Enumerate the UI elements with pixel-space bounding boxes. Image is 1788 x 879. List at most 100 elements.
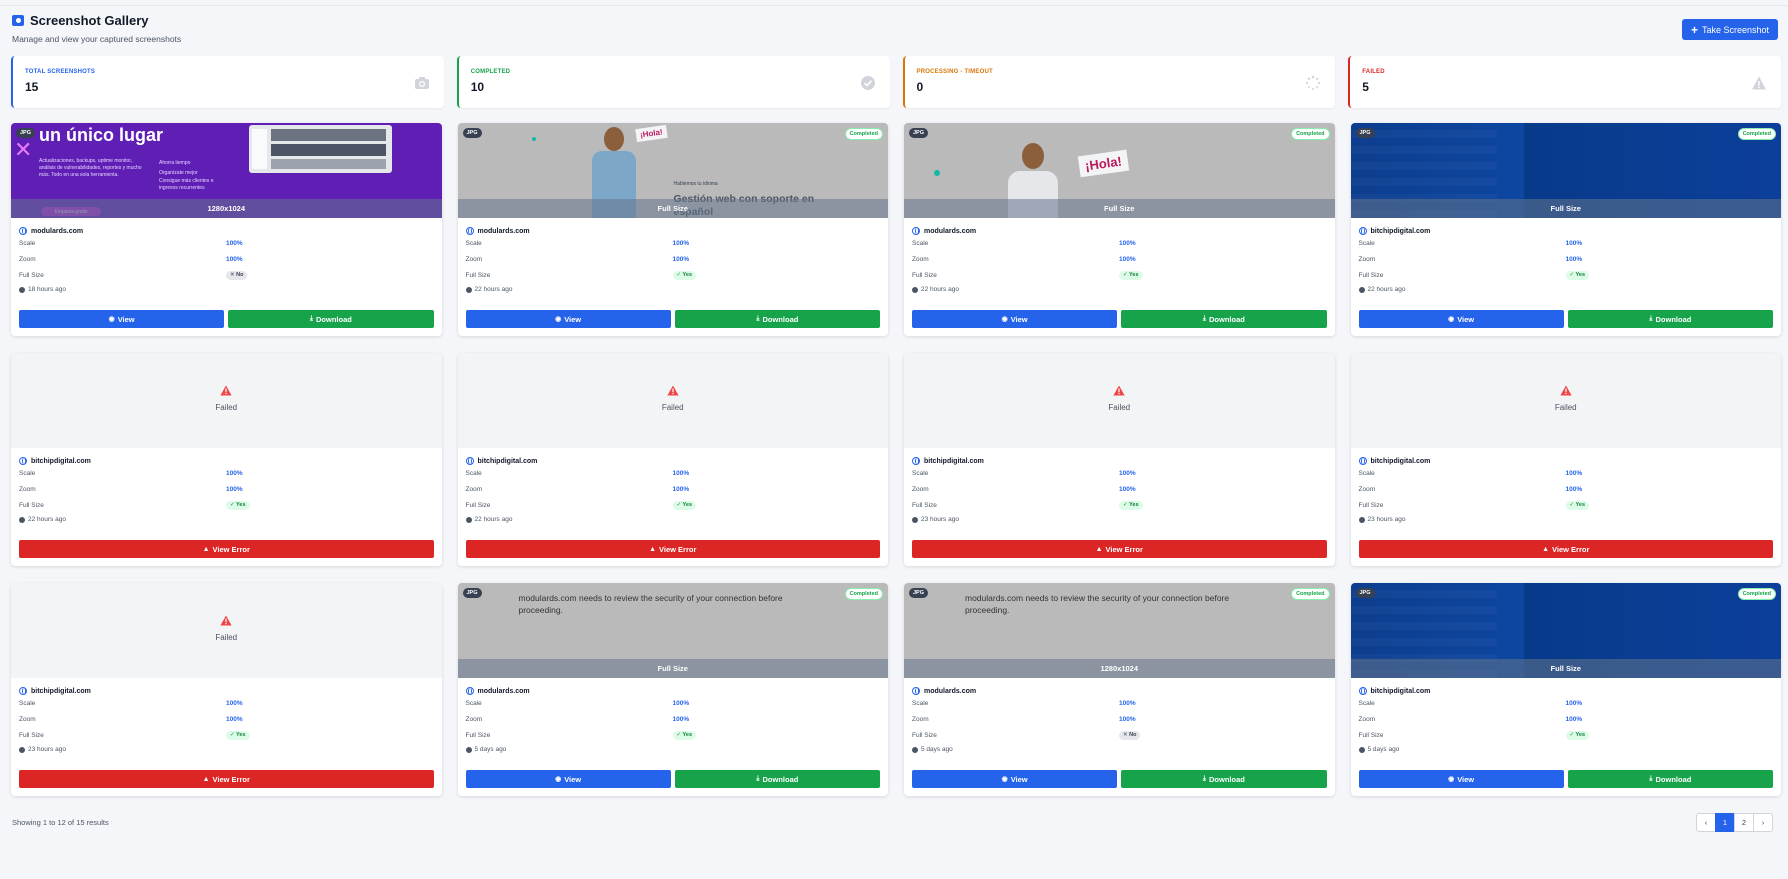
take-screenshot-button[interactable]: + Take Screenshot xyxy=(1681,19,1778,40)
warning-icon xyxy=(1560,385,1572,396)
full-size-label: Full Size xyxy=(465,501,491,509)
view-label: View xyxy=(117,314,135,324)
scale-row: Scale 100% xyxy=(912,235,1327,251)
thumb-check-2: Organízate mejor xyxy=(159,170,198,176)
full-size-label: Full Size xyxy=(1358,501,1384,509)
view-button[interactable]: ◉ View xyxy=(912,770,1118,788)
status-badge: Completed xyxy=(844,588,883,600)
zoom-row: Zoom 100% xyxy=(1359,481,1774,497)
time-text: 5 days ago xyxy=(1367,746,1400,753)
time-text: 23 hours ago xyxy=(28,746,66,753)
download-label: Download xyxy=(1655,774,1692,784)
results-summary: Showing 1 to 12 of 15 results xyxy=(12,818,109,827)
zoom-row: Zoom 100% xyxy=(1359,711,1774,727)
zoom-row: Zoom 100% xyxy=(912,481,1327,497)
view-error-button[interactable]: ▲ View Error xyxy=(912,540,1327,558)
scale-label: Scale xyxy=(465,239,482,247)
full-size-value: Yes xyxy=(1575,732,1586,738)
thumbnail-image[interactable]: modulards.com needs to review the securi… xyxy=(457,583,888,678)
scale-label: Scale xyxy=(1358,699,1375,707)
format-badge: JPG xyxy=(1355,128,1375,138)
eye-icon: ◉ xyxy=(1448,316,1455,323)
scale-row: Scale 100% xyxy=(1359,465,1774,481)
download-button[interactable]: ⤓ Download xyxy=(1567,310,1773,328)
warning-icon xyxy=(1113,385,1125,396)
download-icon: ⤓ xyxy=(1649,775,1653,782)
scale-value: 100% xyxy=(226,469,243,477)
time-text: 5 days ago xyxy=(474,746,507,753)
warning-icon xyxy=(220,615,232,626)
download-icon: ⤓ xyxy=(1202,775,1206,782)
view-button[interactable]: ◉ View xyxy=(19,310,225,328)
time-text: 23 hours ago xyxy=(1367,516,1406,523)
next-page-button[interactable]: › xyxy=(1753,813,1773,832)
thumb-small-text: Hablemos tu idioma xyxy=(673,181,718,187)
download-button[interactable]: ⤓ Download xyxy=(1121,310,1327,328)
format-badge: JPG xyxy=(462,588,482,598)
time-text: 23 hours ago xyxy=(921,516,959,523)
scale-value: 100% xyxy=(226,239,243,247)
full-size-value: No xyxy=(1129,732,1137,738)
time-text: 22 hours ago xyxy=(1367,286,1406,293)
clock-icon xyxy=(19,516,25,523)
view-error-button[interactable]: ▲ View Error xyxy=(19,770,434,788)
view-button[interactable]: ◉ View xyxy=(465,310,671,328)
zoom-value: 100% xyxy=(1565,715,1583,723)
page-1-button[interactable]: 1 xyxy=(1715,813,1735,832)
status-badge: Completed xyxy=(1737,588,1776,600)
thumbnail-image[interactable]: JPG Completed Full Size xyxy=(1350,123,1781,218)
host-name: bitchipdigital.com xyxy=(477,457,538,465)
scale-label: Scale xyxy=(19,699,36,707)
timestamp: 22 hours ago xyxy=(19,516,434,523)
view-button[interactable]: ◉ View xyxy=(465,770,671,788)
screenshot-card: Failed bitchipdigital.com Scale 100% Zoom 100… xyxy=(1350,353,1781,566)
page-2-button[interactable]: 2 xyxy=(1734,813,1754,832)
view-error-button[interactable]: ▲ View Error xyxy=(19,540,434,558)
scale-label: Scale xyxy=(912,469,929,477)
thumbnail-image[interactable]: JPG Completed Full Size xyxy=(1350,583,1781,678)
download-icon: ⤓ xyxy=(1649,315,1653,322)
stat-processing-value: 0 xyxy=(916,80,924,94)
thumbnail-image[interactable]: ¡Hola! JPG Completed Full Size xyxy=(904,123,1335,218)
page-title: Screenshot Gallery xyxy=(30,13,149,28)
full-size-label: Full Size xyxy=(465,731,491,739)
thumbnail-size-overlay: Full Size xyxy=(904,199,1335,218)
download-button[interactable]: ⤓ Download xyxy=(674,770,880,788)
download-icon: ⤓ xyxy=(1202,315,1206,322)
thumbnail-image[interactable]: ¡Hola!Hablemos tu idiomaGestión web con … xyxy=(457,123,888,218)
timestamp: 22 hours ago xyxy=(465,286,881,293)
download-button[interactable]: ⤓ Download xyxy=(1567,770,1773,788)
hola-sign: ¡Hola! xyxy=(1077,149,1130,178)
full-size-label: Full Size xyxy=(912,731,937,739)
view-label: View xyxy=(1457,314,1475,324)
scale-value: 100% xyxy=(1565,469,1583,477)
thumbnail-image[interactable]: modulards.com needs to review the securi… xyxy=(904,583,1335,678)
clock-icon xyxy=(912,516,918,523)
view-button[interactable]: ◉ View xyxy=(1358,770,1564,788)
clock-icon xyxy=(465,746,472,753)
prev-page-button[interactable]: ‹ xyxy=(1696,813,1716,832)
zoom-value: 100% xyxy=(226,255,243,263)
view-button[interactable]: ◉ View xyxy=(912,310,1118,328)
full-size-badge: ✓ Yes xyxy=(672,500,697,510)
scale-row: Scale 100% xyxy=(466,695,881,711)
clock-icon xyxy=(19,286,25,293)
scale-row: Scale 100% xyxy=(19,695,434,711)
warning-icon: ▲ xyxy=(202,545,210,553)
download-button[interactable]: ⤓ Download xyxy=(228,310,434,328)
thumbnail-image[interactable]: un único lugar ✕ Actualizaciones, backups,… xyxy=(11,123,442,218)
full-size-row: Full Size ✓ Yes xyxy=(912,267,1327,283)
view-error-label: View Error xyxy=(212,774,250,784)
screenshot-grid: un único lugar ✕ Actualizaciones, backups,… xyxy=(11,123,1781,796)
thumbnail-size-overlay: Full Size xyxy=(1350,659,1781,678)
scale-label: Scale xyxy=(465,699,482,707)
download-button[interactable]: ⤓ Download xyxy=(1121,770,1327,788)
host-name: modulards.com xyxy=(924,687,977,695)
zoom-row: Zoom 100% xyxy=(466,251,881,267)
view-error-button[interactable]: ▲ View Error xyxy=(1358,540,1773,558)
download-button[interactable]: ⤓ Download xyxy=(674,310,880,328)
timestamp: 5 days ago xyxy=(912,746,1327,753)
view-button[interactable]: ◉ View xyxy=(1358,310,1564,328)
clock-icon xyxy=(465,286,472,293)
view-error-button[interactable]: ▲ View Error xyxy=(465,540,880,558)
